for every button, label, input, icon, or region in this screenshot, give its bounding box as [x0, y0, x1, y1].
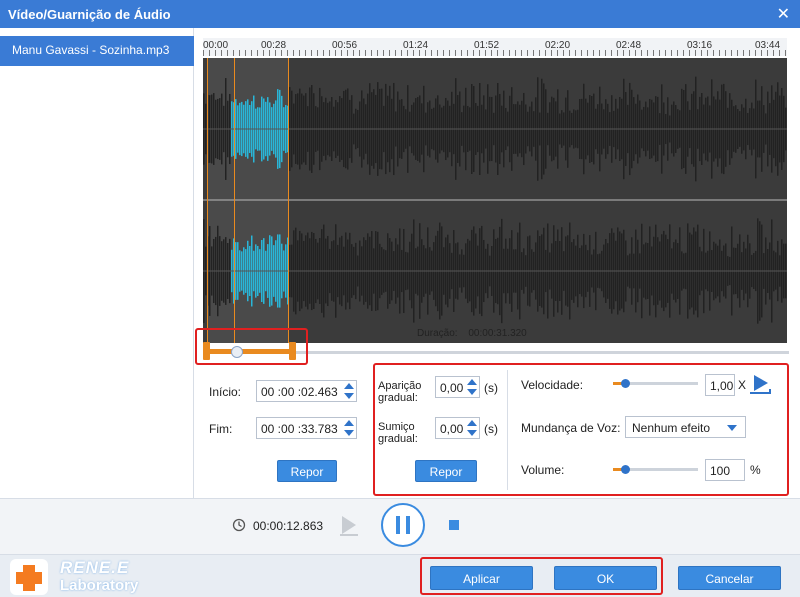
rene-logo-icon	[10, 559, 48, 595]
start-spinner-icon[interactable]	[344, 382, 354, 400]
ok-button[interactable]: OK	[554, 566, 657, 590]
speed-preview-play-icon[interactable]	[748, 373, 772, 395]
fade-out-unit: (s)	[484, 422, 498, 436]
waveform-graph	[203, 76, 787, 324]
play-icon[interactable]	[338, 514, 360, 536]
selection-end-line	[288, 58, 289, 343]
end-time-value: 00 :00 :33.783	[261, 422, 338, 436]
waveform-selected	[231, 89, 289, 308]
clock-icon	[232, 518, 246, 532]
speed-slider-knob[interactable]	[621, 379, 630, 388]
fade-in-spinner-icon[interactable]	[467, 378, 477, 396]
volume-unit: %	[750, 463, 761, 477]
editor-panel: 00:00 00:28 00:56 01:24 01:52 02:20 02:4…	[195, 28, 800, 498]
duration-readout: Duração: 00:00:31.320	[417, 328, 527, 339]
speed-label: Velocidade:	[521, 378, 584, 392]
start-row: Início: 00 :00 :02.463	[209, 380, 369, 402]
trim-reset-button[interactable]: Repor	[277, 460, 337, 482]
apply-button[interactable]: Aplicar	[430, 566, 533, 590]
file-list: Manu Gavassi - Sozinha.mp3	[0, 28, 194, 498]
voice-change-label: Mundança de Voz:	[521, 421, 621, 435]
volume-label: Volume:	[521, 463, 565, 477]
end-label: Fim:	[209, 422, 233, 436]
highlight-trim-handles	[195, 328, 308, 365]
fade-reset-button[interactable]: Repor	[415, 460, 477, 482]
duration-value: 00:00:31.320	[468, 328, 527, 339]
divider	[507, 370, 508, 490]
brand-subtitle: Laboratory	[60, 577, 139, 594]
current-time: 00:00:12.863	[253, 519, 324, 533]
voice-change-select[interactable]: Nenhum efeito	[625, 416, 746, 438]
title-bar: Vídeo/Guarnição de Áudio ✕	[0, 0, 800, 28]
fade-in-value: 0,00	[440, 381, 464, 395]
end-row: Fim: 00 :00 :33.783	[209, 417, 369, 439]
stop-icon[interactable]	[449, 520, 459, 530]
footer-bar: RENE.E Laboratory Aplicar OK Cancelar	[0, 554, 800, 597]
fade-out-input[interactable]: 0,00	[435, 417, 480, 439]
window-title: Vídeo/Guarnição de Áudio	[8, 7, 171, 22]
selection-start-line	[207, 58, 208, 343]
ruler-marks	[203, 50, 787, 56]
close-icon[interactable]: ✕	[777, 4, 790, 24]
volume-slider-knob[interactable]	[621, 465, 630, 474]
fade-out-spinner-icon[interactable]	[467, 419, 477, 437]
volume-input[interactable]: 100	[705, 459, 745, 481]
fade-out-label: Sumiço gradual:	[378, 421, 418, 445]
time-ruler: 00:00 00:28 00:56 01:24 01:52 02:20 02:4…	[203, 38, 787, 56]
pause-button[interactable]	[380, 502, 426, 548]
fade-out-value: 0,00	[440, 422, 464, 436]
fade-in-label: Aparição gradual:	[378, 380, 422, 404]
start-time-input[interactable]: 00 :00 :02.463	[256, 380, 357, 402]
end-spinner-icon[interactable]	[344, 419, 354, 437]
cancel-button[interactable]: Cancelar	[678, 566, 781, 590]
waveform[interactable]	[203, 58, 787, 343]
speed-input[interactable]: 1,00	[705, 374, 735, 396]
chevron-down-icon	[727, 425, 737, 431]
end-time-input[interactable]: 00 :00 :33.783	[256, 417, 357, 439]
transport-bar: 00:00:12.863	[0, 498, 800, 554]
playhead-line	[234, 58, 235, 343]
voice-change-value: Nenhum efeito	[632, 421, 711, 435]
fade-in-unit: (s)	[484, 381, 498, 395]
duration-label: Duração:	[417, 328, 458, 339]
file-name: Manu Gavassi - Sozinha.mp3	[12, 43, 170, 57]
speed-unit: X	[738, 378, 747, 392]
start-time-value: 00 :00 :02.463	[261, 385, 338, 399]
file-list-item[interactable]: Manu Gavassi - Sozinha.mp3	[0, 36, 194, 66]
start-label: Início:	[209, 385, 242, 399]
fade-in-input[interactable]: 0,00	[435, 376, 480, 398]
brand-name: RENE.E	[60, 558, 130, 577]
